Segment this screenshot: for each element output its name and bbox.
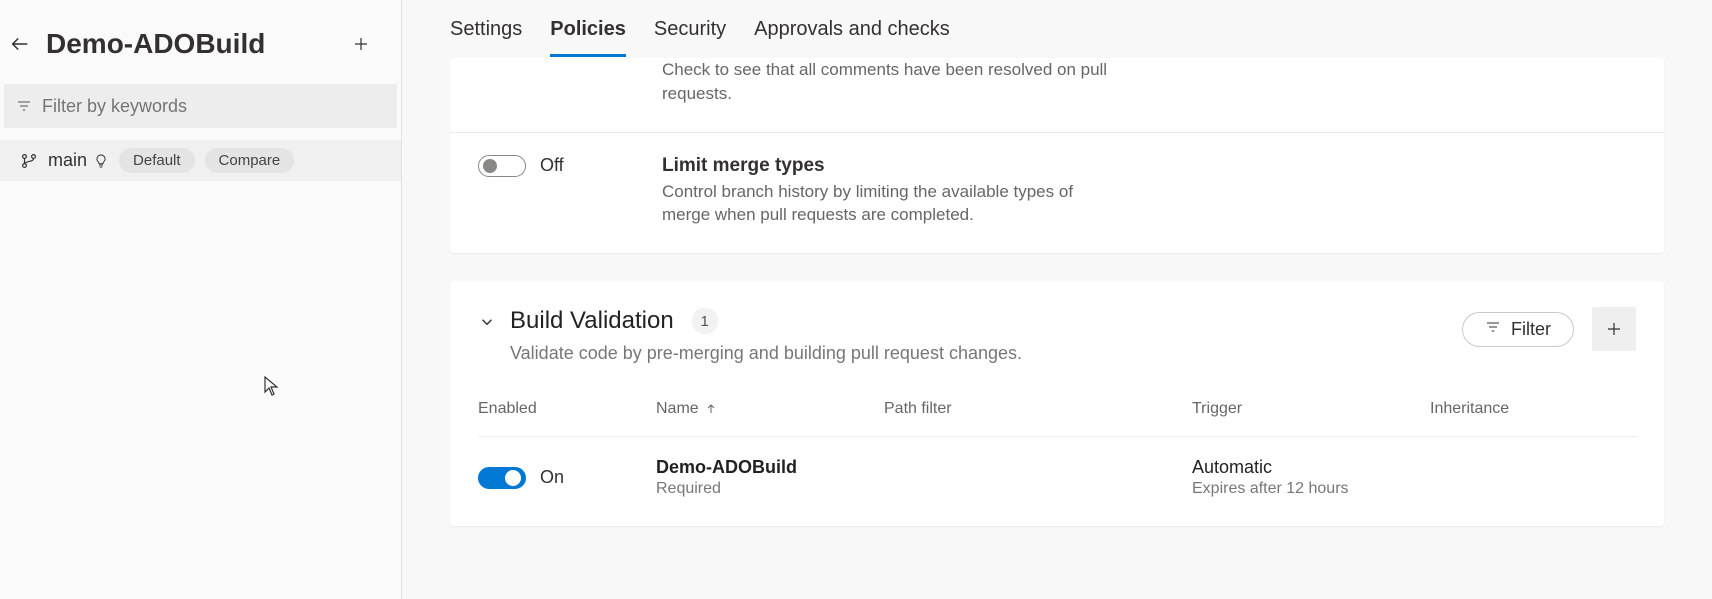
main-area: Settings Policies Security Approvals and… xyxy=(402,0,1712,599)
build-validation-table: Enabled Name Path filter Trigger Inherit… xyxy=(450,374,1664,518)
build-row-requirement: Required xyxy=(656,480,876,498)
tag-default[interactable]: Default xyxy=(119,148,195,173)
tab-policies[interactable]: Policies xyxy=(550,18,626,57)
back-arrow-icon[interactable] xyxy=(8,32,32,56)
build-row-expires: Expires after 12 hours xyxy=(1192,480,1422,498)
policy-limit-merge-text: Limit merge types Control branch history… xyxy=(662,155,1636,228)
toggle-limit-merge-types-label: Off xyxy=(540,155,564,176)
add-build-validation-button[interactable] xyxy=(1592,307,1636,351)
toggle-limit-merge-types[interactable] xyxy=(478,155,526,177)
tag-compare[interactable]: Compare xyxy=(205,148,295,173)
col-path-filter[interactable]: Path filter xyxy=(884,400,1184,418)
cell-trigger: Automatic Expires after 12 hours xyxy=(1192,457,1422,498)
sidebar-header: Demo-ADOBuild xyxy=(0,0,401,84)
tab-approvals-and-checks[interactable]: Approvals and checks xyxy=(754,18,950,57)
col-enabled[interactable]: Enabled xyxy=(478,400,648,418)
tab-bar: Settings Policies Security Approvals and… xyxy=(402,0,1712,58)
build-validation-count: 1 xyxy=(692,308,718,334)
lightbulb-icon xyxy=(93,153,109,169)
build-validation-filter-button[interactable]: Filter xyxy=(1462,312,1574,347)
repo-title: Demo-ADOBuild xyxy=(46,28,331,60)
col-inheritance[interactable]: Inheritance xyxy=(1430,400,1610,418)
toggle-build-enabled[interactable] xyxy=(478,467,526,489)
branch-row-main[interactable]: main Default Compare xyxy=(0,140,401,181)
build-row-trigger: Automatic xyxy=(1192,457,1422,478)
chevron-down-icon[interactable] xyxy=(478,313,496,331)
cell-name: Demo-ADOBuild Required xyxy=(656,457,876,498)
tab-settings[interactable]: Settings xyxy=(450,18,522,57)
branch-icon xyxy=(20,152,38,170)
content-scroll[interactable]: Check to see that all comments have been… xyxy=(402,58,1712,599)
toggle-build-enabled-label: On xyxy=(540,467,564,488)
build-validation-header: Build Validation 1 Validate code by pre-… xyxy=(450,281,1664,374)
filter-icon xyxy=(16,98,32,114)
build-validation-row[interactable]: On Demo-ADOBuild Required Automatic Expi… xyxy=(478,437,1636,518)
col-name[interactable]: Name xyxy=(656,400,876,418)
build-validation-header-row: Enabled Name Path filter Trigger Inherit… xyxy=(478,390,1636,437)
sort-asc-icon xyxy=(705,403,717,415)
filter-keywords-input[interactable] xyxy=(42,96,385,117)
policy-limit-merge-title: Limit merge types xyxy=(662,155,1636,177)
filter-button-label: Filter xyxy=(1511,319,1551,340)
add-repo-button[interactable] xyxy=(345,28,377,60)
cell-enabled: On xyxy=(478,467,648,489)
sidebar: Demo-ADOBuild main Default Compare xyxy=(0,0,402,599)
mouse-cursor-icon xyxy=(264,376,280,396)
branch-policies-card: Check to see that all comments have been… xyxy=(450,58,1664,253)
policy-comment-resolution-desc-row: Check to see that all comments have been… xyxy=(450,58,1664,132)
filter-icon xyxy=(1485,319,1501,340)
build-validation-title: Build Validation xyxy=(510,307,674,335)
tab-security[interactable]: Security xyxy=(654,18,726,57)
col-name-label: Name xyxy=(656,400,699,418)
build-validation-subtitle: Validate code by pre-merging and buildin… xyxy=(510,343,1462,364)
toggle-limit-merge-types-wrap: Off xyxy=(478,155,638,177)
build-validation-title-group: Build Validation 1 Validate code by pre-… xyxy=(510,307,1462,364)
build-validation-actions: Filter xyxy=(1462,307,1636,351)
col-trigger[interactable]: Trigger xyxy=(1192,400,1422,418)
policy-limit-merge-types: Off Limit merge types Control branch his… xyxy=(450,132,1664,254)
policy-comment-resolution-desc: Check to see that all comments have been… xyxy=(662,58,1122,110)
build-validation-card: Build Validation 1 Validate code by pre-… xyxy=(450,281,1664,526)
build-row-name: Demo-ADOBuild xyxy=(656,457,876,478)
policy-limit-merge-desc: Control branch history by limiting the a… xyxy=(662,180,1122,228)
filter-keywords-box[interactable] xyxy=(4,84,397,128)
branch-name: main xyxy=(48,150,87,171)
